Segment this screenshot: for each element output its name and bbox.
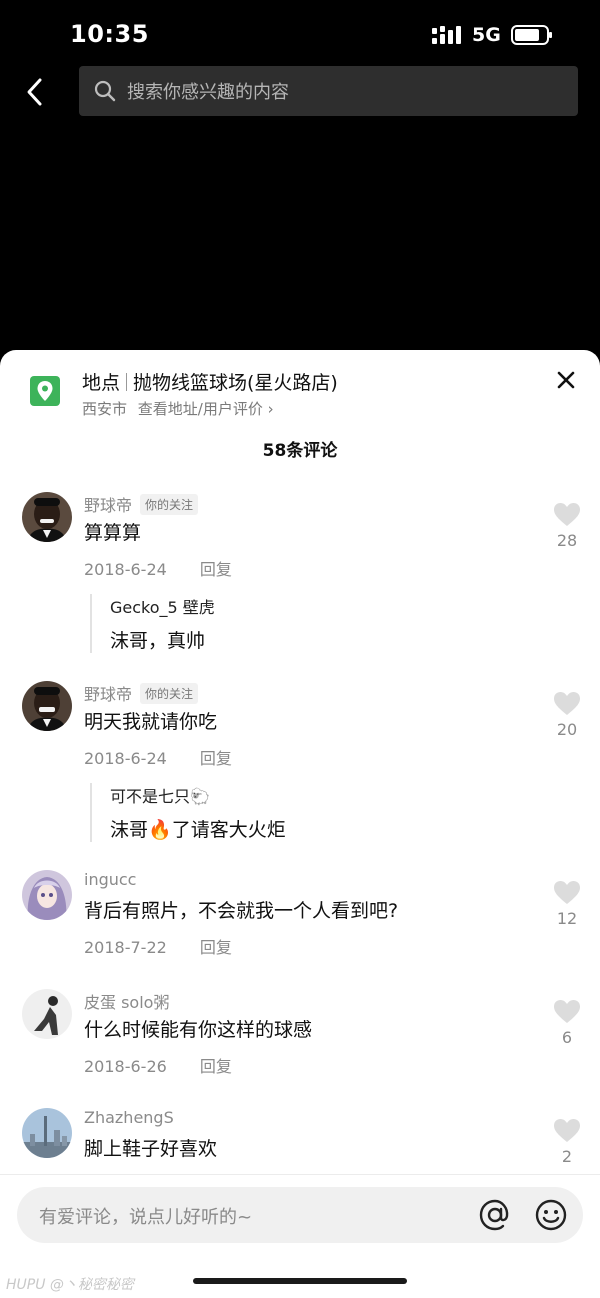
- at-icon[interactable]: [477, 1197, 513, 1233]
- like-count: 6: [561, 1028, 573, 1047]
- location-detail-link[interactable]: 查看地址/用户评价 ›: [138, 400, 274, 418]
- comment-text: 什么时候能有你这样的球感: [84, 1019, 313, 1041]
- comment-text: 脚上鞋子好喜欢: [84, 1138, 218, 1160]
- home-indicator[interactable]: [193, 1278, 407, 1284]
- comment-input[interactable]: 有爱评论，说点儿好听的~: [17, 1187, 583, 1243]
- reply-text: 沫哥，真帅: [110, 630, 206, 652]
- like-button[interactable]: 6: [550, 999, 584, 1047]
- avatar[interactable]: [22, 492, 72, 542]
- location-pin-icon: [30, 376, 60, 406]
- reply-thread: Gecko_5 壁虎 沫哥，真帅: [90, 594, 215, 653]
- comment-author[interactable]: 皮蛋 solo粥: [84, 989, 169, 1013]
- author-name: 野球帝: [84, 685, 133, 704]
- comment-meta: 2018-6-26 回复: [84, 1053, 232, 1077]
- divider-line: [0, 1174, 600, 1175]
- network-type: 5G: [472, 24, 501, 46]
- reply-author-name: 可不是七只: [110, 787, 191, 806]
- search-input[interactable]: 搜索你感兴趣的内容: [79, 66, 578, 116]
- comment-count: 58条评论: [262, 441, 338, 461]
- close-icon: [557, 371, 575, 389]
- comment-author[interactable]: ingucc: [84, 870, 136, 889]
- watermark: HUPU @丶秘密秘密: [6, 1277, 134, 1293]
- location-name: 抛物线篮球场(星火路店): [133, 372, 338, 394]
- comment-date: 2018-6-26: [84, 1057, 167, 1076]
- location-label: 地点: [82, 372, 121, 394]
- back-button[interactable]: [18, 74, 50, 110]
- following-badge: 你的关注: [140, 682, 199, 704]
- like-button[interactable]: 28: [550, 502, 584, 550]
- comment-text: 算算算: [84, 522, 142, 544]
- search-placeholder: 搜索你感兴趣的内容: [127, 82, 289, 103]
- avatar[interactable]: [22, 1108, 72, 1158]
- avatar[interactable]: [22, 989, 72, 1039]
- fire-emoji: 🔥: [148, 819, 172, 841]
- reply-button[interactable]: 回复: [200, 560, 232, 579]
- comment-author[interactable]: 野球帝 你的关注: [84, 492, 199, 516]
- comment-text: 背后有照片，不会就我一个人看到吧?: [84, 900, 399, 922]
- heart-icon: [554, 881, 580, 904]
- like-count: 12: [556, 909, 578, 928]
- status-time: 10:35: [70, 20, 149, 48]
- reply-button[interactable]: 回复: [200, 1057, 232, 1076]
- like-button[interactable]: 2: [550, 1118, 584, 1166]
- like-button[interactable]: 20: [550, 691, 584, 739]
- signal-icon: [432, 26, 461, 44]
- battery-icon: [511, 25, 552, 45]
- like-count: 28: [556, 531, 578, 550]
- author-name: 皮蛋 solo粥: [84, 993, 170, 1012]
- comment-date: 2018-6-24: [84, 560, 167, 579]
- comment-author[interactable]: ZhazhengS: [84, 1108, 174, 1127]
- title-divider: [126, 373, 128, 391]
- comment-date: 2018-6-24: [84, 749, 167, 768]
- reply-button[interactable]: 回复: [200, 749, 232, 768]
- reply-author[interactable]: 可不是七只🐑: [110, 783, 286, 807]
- reply-author[interactable]: Gecko_5 壁虎: [110, 594, 215, 618]
- comment-meta: 2018-7-22 回复: [84, 934, 232, 958]
- author-name: ZhazhengS: [84, 1108, 174, 1127]
- comment-author[interactable]: 野球帝 你的关注: [84, 681, 199, 705]
- heart-icon: [554, 1119, 580, 1142]
- author-name: 野球帝: [84, 496, 133, 515]
- location-city: 西安市: [82, 400, 128, 418]
- reply-text: 沫哥🔥了请客大火炬: [110, 815, 286, 842]
- following-badge: 你的关注: [140, 493, 199, 515]
- search-icon: [94, 80, 116, 102]
- status-bar: 10:35 5G: [0, 0, 600, 64]
- back-arrow-icon: [27, 78, 42, 106]
- heart-icon: [554, 1000, 580, 1023]
- comment-input-placeholder: 有爱评论，说点儿好听的~: [39, 1207, 253, 1228]
- location-subtitle[interactable]: 西安市 查看地址/用户评价 ›: [82, 398, 274, 419]
- emoji-icon[interactable]: [533, 1197, 569, 1233]
- close-button[interactable]: [552, 366, 580, 394]
- like-count: 2: [561, 1147, 573, 1166]
- comment-text: 明天我就请你吃: [84, 711, 218, 733]
- author-name: ingucc: [84, 870, 137, 889]
- comment-date: 2018-7-22: [84, 938, 167, 957]
- comment-meta: 2018-6-24 回复: [84, 745, 232, 769]
- comments-sheet: 地点 抛物线篮球场(星火路店) 西安市 查看地址/用户评价 › 58条评论 野球帝…: [0, 350, 600, 1298]
- heart-icon: [554, 503, 580, 526]
- reply-button[interactable]: 回复: [200, 938, 232, 957]
- reply-text-a: 沫哥: [110, 819, 149, 841]
- location-title[interactable]: 地点 抛物线篮球场(星火路店): [82, 368, 338, 395]
- like-button[interactable]: 12: [550, 880, 584, 928]
- sheep-emoji: 🐑: [190, 787, 210, 806]
- like-count: 20: [556, 720, 578, 739]
- reply-thread: 可不是七只🐑 沫哥🔥了请客大火炬: [90, 783, 286, 842]
- avatar[interactable]: [22, 870, 72, 920]
- reply-text-b: 了请客大火炬: [171, 819, 286, 841]
- comment-meta: 2018-6-24 回复: [84, 556, 232, 580]
- avatar[interactable]: [22, 681, 72, 731]
- heart-icon: [554, 692, 580, 715]
